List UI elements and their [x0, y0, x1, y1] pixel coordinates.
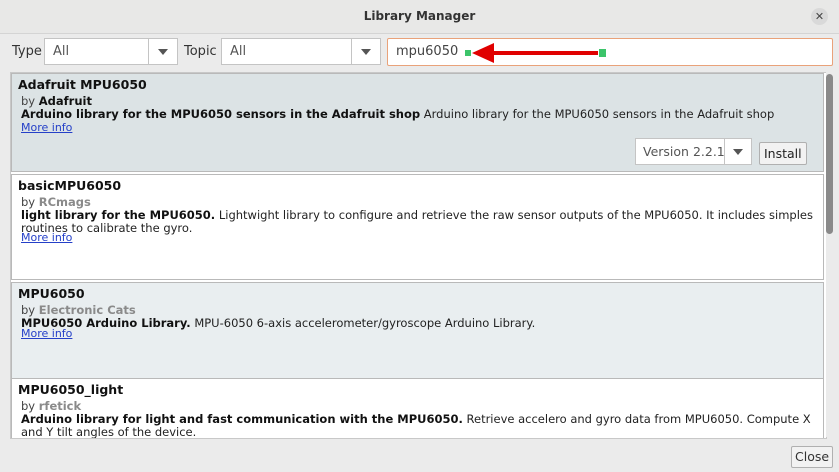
annotation-handle-right: [599, 49, 606, 57]
red-arrow-head: [472, 43, 494, 63]
annotation-handle-left: [465, 50, 471, 56]
annotation-overlay: [465, 43, 606, 63]
